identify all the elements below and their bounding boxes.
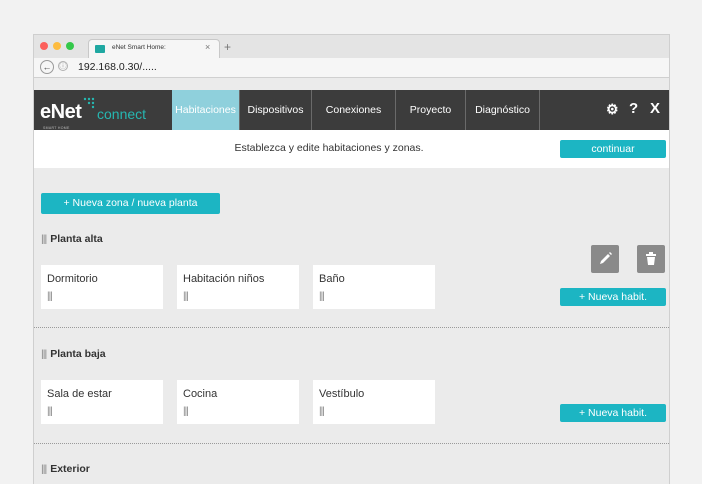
logo-connect-text: connect [97,106,147,122]
favicon-icon [95,45,105,53]
room-card-dormitorio[interactable]: Dormitorio ||| [41,265,163,309]
room-name: Habitación niños [183,273,265,285]
info-icon[interactable]: ⓘ [58,61,68,71]
room-card-vestibulo[interactable]: Vestíbulo ||| [313,380,435,424]
app-header: eNet SMART HOME connect Habitaciones Dis… [34,90,669,130]
section-title-label: Exterior [50,463,90,475]
browser-tab-title: eNet Smart Home: [112,44,166,51]
drag-handle-icon[interactable]: ||| [41,463,47,475]
new-tab-icon[interactable]: + [224,40,231,54]
address-bar: ← ⓘ 192.168.0.30/..... [34,58,669,78]
tab-proyecto[interactable]: Proyecto [396,90,466,130]
close-app-button[interactable]: X [650,100,660,117]
room-name: Sala de estar [47,388,112,400]
section-divider [34,327,669,328]
tab-habitaciones[interactable]: Habitaciones [172,90,240,130]
pencil-icon [600,252,612,264]
back-arrow-icon[interactable]: ← [40,60,54,74]
room-card-habitacion-ninos[interactable]: Habitación niños ||| [177,265,299,309]
url-field[interactable]: 192.168.0.30/..... [78,61,157,73]
section-title-label: Planta alta [50,233,103,245]
drag-handle-icon[interactable]: ||| [41,233,47,245]
room-name: Cocina [183,388,218,400]
delete-zone-button[interactable] [637,245,665,273]
browser-tab[interactable]: eNet Smart Home: × [88,39,220,58]
room-name: Vestíbulo [319,388,365,400]
room-name: Dormitorio [47,273,98,285]
minimize-window-button[interactable] [53,42,61,50]
tab-conexiones[interactable]: Conexiones [312,90,396,130]
drag-handle-icon[interactable]: ||| [47,406,53,417]
close-window-button[interactable] [40,42,48,50]
instruction-text: Establezca y edite habitaciones y zonas. [234,142,424,154]
section-title-planta-baja[interactable]: ||| Planta baja [41,348,106,360]
section-title-exterior[interactable]: ||| Exterior [41,463,90,475]
tab-dispositivos[interactable]: Dispositivos [240,90,312,130]
drag-handle-icon[interactable]: ||| [41,348,47,360]
room-card-cocina[interactable]: Cocina ||| [177,380,299,424]
new-zone-button[interactable]: + Nueva zona / nueva planta [41,193,220,214]
tab-close-icon[interactable]: × [205,42,210,52]
help-button[interactable]: ? [629,100,638,117]
drag-handle-icon[interactable]: ||| [319,406,325,417]
browser-tab-strip: eNet Smart Home: × + [34,35,669,58]
logo-dots-icon [83,97,95,109]
enet-logo: eNet SMART HOME connect [40,96,160,130]
settings-gear-icon[interactable]: ⚙ [606,101,619,118]
trash-icon [646,252,656,265]
edit-zone-button[interactable] [591,245,619,273]
section-title-planta-alta[interactable]: ||| Planta alta [41,233,103,245]
drag-handle-icon[interactable]: ||| [183,406,189,417]
new-room-button[interactable]: + Nueva habit. [560,288,666,306]
room-card-bano[interactable]: Baño ||| [313,265,435,309]
continue-button[interactable]: continuar [560,140,666,158]
room-name: Baño [319,273,345,285]
section-divider [34,443,669,444]
logo-enet-text: eNet [40,101,82,123]
tab-diagnostico[interactable]: Diagnóstico [466,90,540,130]
new-room-button[interactable]: + Nueva habit. [560,404,666,422]
section-title-label: Planta baja [50,348,106,360]
instruction-bar: Establezca y edite habitaciones y zonas.… [34,130,669,168]
drag-handle-icon[interactable]: ||| [319,291,325,302]
room-card-sala-de-estar[interactable]: Sala de estar ||| [41,380,163,424]
drag-handle-icon[interactable]: ||| [183,291,189,302]
drag-handle-icon[interactable]: ||| [47,291,53,302]
zoom-window-button[interactable] [66,42,74,50]
browser-window: eNet Smart Home: × + ← ⓘ 192.168.0.30/..… [34,35,669,484]
